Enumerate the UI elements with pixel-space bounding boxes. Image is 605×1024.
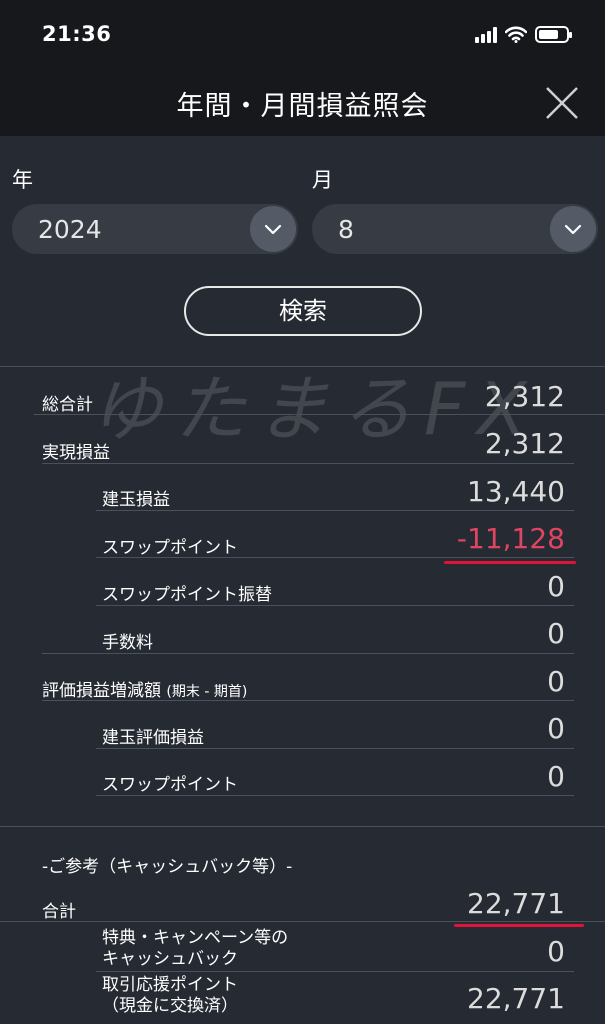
chevron-down-icon[interactable] <box>550 206 596 252</box>
year-select[interactable]: 2024 <box>12 204 298 254</box>
swap-transfer-value: 0 <box>547 570 565 603</box>
campaign-label-line1: 特典・キャンペーン等の <box>102 928 289 948</box>
fee-label: 手数料 <box>102 633 153 653</box>
valuation-change-label-text: 評価損益増減額 <box>42 681 161 701</box>
divider <box>34 414 605 415</box>
swap-point-valuation-value: 0 <box>547 760 565 793</box>
total-label: 総合計 <box>42 395 93 415</box>
chevron-down-icon[interactable] <box>250 206 296 252</box>
month-label: 月 <box>312 168 333 192</box>
swap-transfer-label: スワップポイント振替 <box>102 585 272 605</box>
divider <box>96 510 574 511</box>
signal-icon <box>475 26 497 43</box>
swap-point-valuation-label: スワップポイント <box>102 775 238 795</box>
divider <box>96 795 574 796</box>
close-icon[interactable] <box>543 84 581 122</box>
battery-icon <box>535 26 572 43</box>
divider <box>96 557 574 558</box>
realized-label: 実現損益 <box>42 443 110 463</box>
status-bar: 21:36 <box>0 0 605 70</box>
swap-point-label: スワップポイント <box>102 538 238 558</box>
divider <box>0 921 605 922</box>
highlight-underline <box>454 924 584 927</box>
status-icons <box>475 26 572 43</box>
support-value: 22,771 <box>467 982 565 1015</box>
divider <box>42 463 574 464</box>
month-select[interactable]: 8 <box>312 204 598 254</box>
divider <box>96 748 574 749</box>
divider <box>42 653 574 654</box>
position-valuation-label: 建玉評価損益 <box>102 728 204 748</box>
fee-value: 0 <box>547 617 565 650</box>
campaign-label-line2: キャッシュバック <box>102 949 238 969</box>
position-pl-value: 13,440 <box>467 475 565 508</box>
campaign-label: 特典・キャンペーン等の キャッシュバック <box>102 928 288 970</box>
swap-point-value: -11,128 <box>456 522 565 555</box>
valuation-change-value: 0 <box>547 665 565 698</box>
valuation-change-label-suffix: (期末 - 期首) <box>166 684 248 700</box>
highlight-underline <box>444 561 576 564</box>
divider <box>96 605 574 606</box>
support-label-line1: 取引応援ポイント <box>102 975 238 995</box>
reference-total-value: 22,771 <box>467 887 565 920</box>
status-time: 21:36 <box>42 22 112 46</box>
valuation-change-label: 評価損益増減額 (期末 - 期首) <box>42 676 247 701</box>
campaign-value: 0 <box>547 935 565 968</box>
total-value: 2,312 <box>484 380 565 413</box>
divider <box>0 826 605 827</box>
watermark: ゆたまるFX <box>90 367 539 451</box>
divider <box>42 700 574 701</box>
month-select-value: 8 <box>338 215 354 244</box>
support-label: 取引応援ポイント （現金に交換済） <box>102 975 238 1017</box>
year-label: 年 <box>12 168 33 192</box>
reference-total-label: 合計 <box>42 902 76 922</box>
position-pl-label: 建玉損益 <box>102 490 170 510</box>
nav-header: 年間・月間損益照会 <box>0 70 605 136</box>
reference-heading: -ご参考（キャッシュバック等）- <box>42 857 293 877</box>
page-title: 年間・月間損益照会 <box>176 91 429 122</box>
divider <box>96 971 574 972</box>
search-button[interactable]: 検索 <box>184 286 422 336</box>
position-valuation-value: 0 <box>547 712 565 745</box>
realized-value: 2,312 <box>484 427 565 460</box>
wifi-icon <box>505 26 527 43</box>
support-label-line2: （現金に交換済） <box>102 996 238 1016</box>
year-select-value: 2024 <box>38 215 102 244</box>
